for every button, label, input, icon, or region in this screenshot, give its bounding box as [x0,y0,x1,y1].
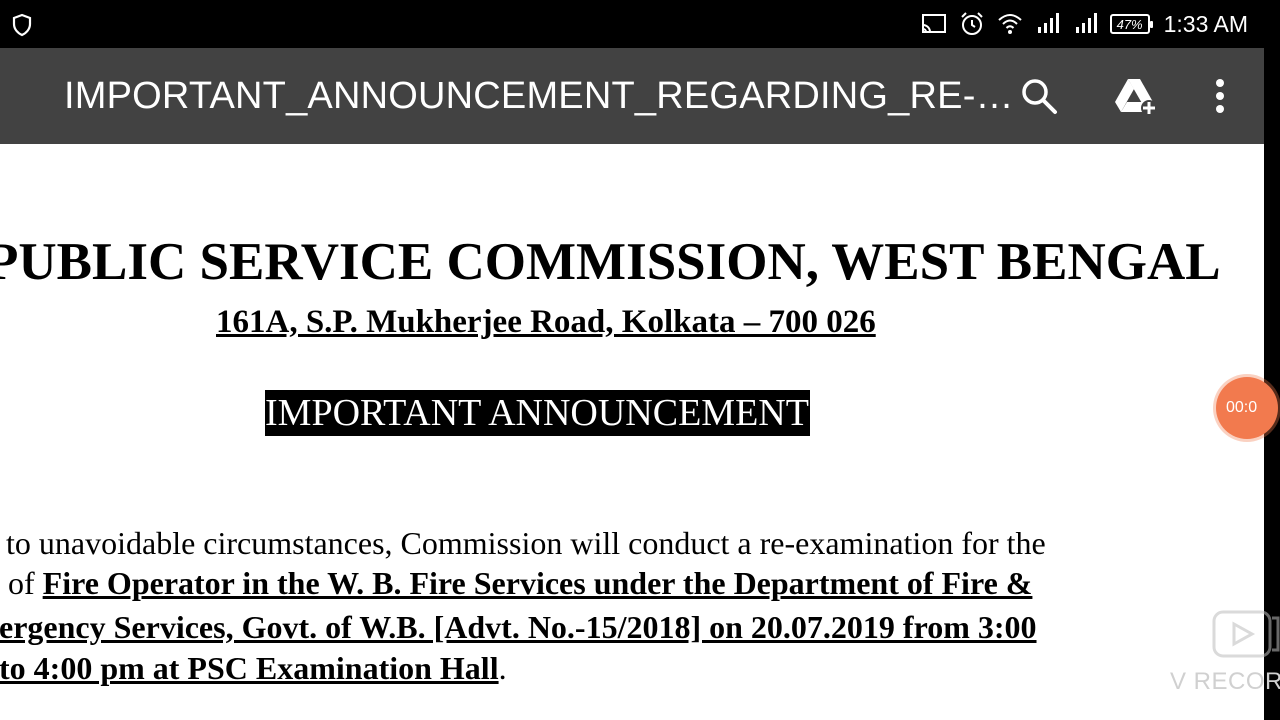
recorder-timer-bubble[interactable]: 00:0 [1216,377,1278,439]
recorder-logo-icon [1212,610,1280,658]
more-vert-icon[interactable] [1200,76,1240,116]
document-title: IMPORTANT_ANNOUNCEMENT_REGARDING_RE-… [64,75,1014,117]
clock: 1:33 AM [1163,10,1248,37]
cast-icon [921,14,946,33]
announcement-heading: IMPORTANT ANNOUNCEMENT [265,390,810,436]
status-bar: 47% 1:33 AM [0,0,1280,48]
organization-heading: PUBLIC SERVICE COMMISSION, WEST BENGAL [0,233,1221,291]
shield-icon [12,13,32,37]
signal-icon [1075,13,1097,33]
body-line: of Fire Operator in the W. B. Fire Servi… [8,562,1032,604]
body-text: of [8,565,43,601]
drive-add-icon[interactable] [1113,76,1159,116]
body-line: to 4:00 pm at PSC Examination Hall. [0,647,507,689]
body-bold-line: ergency Services, Govt. of W.B. [Advt. N… [0,609,1037,645]
address-line: 161A, S.P. Mukherjee Road, Kolkata – 700… [216,304,876,340]
wifi-icon [997,14,1022,34]
alarm-icon [960,12,983,35]
app-toolbar: IMPORTANT_ANNOUNCEMENT_REGARDING_RE-… [0,48,1264,144]
body-text: . [498,650,507,686]
body-bold-text: to 4:00 pm at PSC Examination Hall [0,650,499,686]
battery-percent: 47% [1116,16,1143,32]
recorder-timer-text: 00:0 [1226,399,1258,416]
search-icon[interactable] [1019,76,1059,116]
recorder-watermark: V RECOR [1170,668,1280,695]
signal-icon [1037,13,1059,33]
body-line: to unavoidable circumstances, Commission… [6,525,1046,561]
document-page[interactable]: PUBLIC SERVICE COMMISSION, WEST BENGAL 1… [0,144,1264,720]
body-bold-text: Fire Operator in the W. B. Fire Services… [42,565,1033,601]
battery-icon: 47% [1109,14,1153,34]
